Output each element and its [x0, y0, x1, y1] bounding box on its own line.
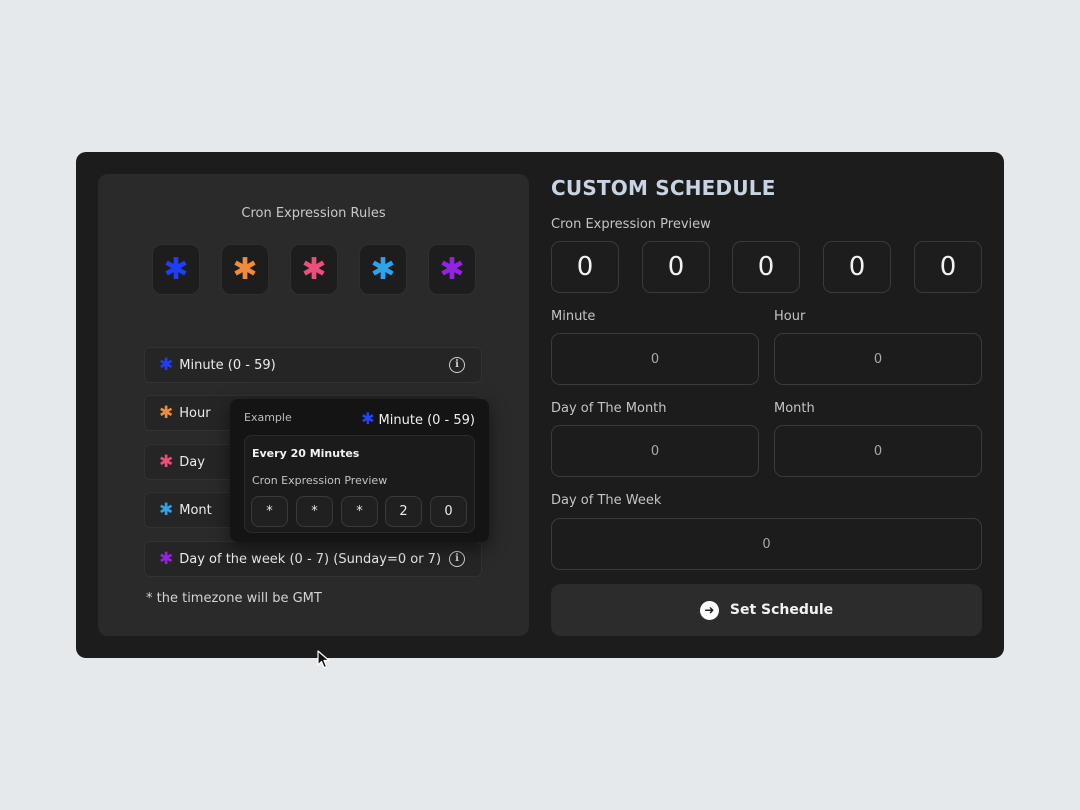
hour-label: Hour: [774, 309, 806, 324]
preview-digit-day: 0: [732, 241, 800, 293]
asterisk-icon-day: ✱: [290, 244, 338, 295]
day-of-month-label: Day of The Month: [551, 401, 667, 416]
day-of-week-label: Day of The Week: [551, 493, 662, 508]
asterisk-icon-minute: ✱: [152, 244, 200, 295]
preview-digit-month: 0: [823, 241, 891, 293]
tooltip-example-box: Every 20 Minutes Cron Expression Preview…: [244, 435, 475, 533]
rule-label: Hour: [179, 405, 211, 421]
example-title: Every 20 Minutes: [252, 447, 360, 460]
asterisk-icon-weekday: ✱: [428, 244, 476, 295]
minute-field[interactable]: [551, 333, 759, 385]
asterisk-icon: ✱: [159, 402, 174, 423]
asterisk-icon: ✱: [361, 409, 375, 428]
rule-row-minute[interactable]: ✱ Minute (0 - 59) i: [144, 347, 482, 383]
tooltip-rule: ✱ Minute (0 - 59): [361, 409, 475, 428]
example-preview-label: Cron Expression Preview: [252, 474, 388, 487]
asterisk-icon: ✱: [159, 499, 174, 520]
rule-label: Mont: [179, 502, 212, 518]
preview-label: Cron Expression Preview: [551, 217, 711, 232]
mouse-cursor-icon: [317, 650, 330, 669]
asterisk-icon-month: ✱: [359, 244, 407, 295]
asterisk-icon: ✱: [159, 451, 174, 472]
info-icon[interactable]: i: [449, 357, 465, 373]
preview-digit-hour: 0: [642, 241, 710, 293]
asterisk-icon-hour: ✱: [221, 244, 269, 295]
minute-label: Minute: [551, 309, 596, 324]
preview-digit-weekday: 0: [914, 241, 982, 293]
rule-label: Day: [179, 454, 205, 470]
star-row: ✱ ✱ ✱ ✱ ✱: [152, 244, 476, 296]
month-field[interactable]: [774, 425, 982, 477]
hour-field[interactable]: [774, 333, 982, 385]
cron-rules-panel: Cron Expression Rules ✱ ✱ ✱ ✱ ✱ ✱ Minute…: [98, 174, 529, 636]
example-digit: 0: [430, 496, 467, 527]
page-title: CUSTOM SCHEDULE: [551, 176, 776, 200]
rule-label: Day of the week (0 - 7) (Sunday=0 or 7): [179, 551, 442, 567]
rule-label: Minute (0 - 59): [179, 357, 276, 373]
day-of-month-field[interactable]: [551, 425, 759, 477]
tooltip-label: Example: [244, 411, 292, 424]
set-schedule-label: Set Schedule: [729, 602, 834, 618]
asterisk-icon: ✱: [159, 354, 174, 375]
example-digit: *: [296, 496, 333, 527]
example-digit: *: [251, 496, 288, 527]
example-digit: 2: [385, 496, 422, 527]
asterisk-icon: ✱: [159, 548, 174, 569]
set-schedule-button[interactable]: ➜ Set Schedule: [551, 584, 982, 636]
info-icon[interactable]: i: [449, 551, 465, 567]
example-tooltip: Example ✱ Minute (0 - 59) Every 20 Minute…: [230, 399, 489, 542]
month-label: Month: [774, 401, 815, 416]
rule-row-weekday[interactable]: ✱ Day of the week (0 - 7) (Sunday=0 or 7…: [144, 541, 482, 577]
timezone-note: * the timezone will be GMT: [146, 591, 322, 606]
day-of-week-field[interactable]: [551, 518, 982, 570]
rules-title: Cron Expression Rules: [241, 206, 386, 221]
example-digit: *: [341, 496, 378, 527]
preview-digit-minute: 0: [551, 241, 619, 293]
custom-schedule-card: Cron Expression Rules ✱ ✱ ✱ ✱ ✱ ✱ Minute…: [76, 152, 1004, 658]
arrow-right-circle-icon: ➜: [699, 600, 719, 620]
